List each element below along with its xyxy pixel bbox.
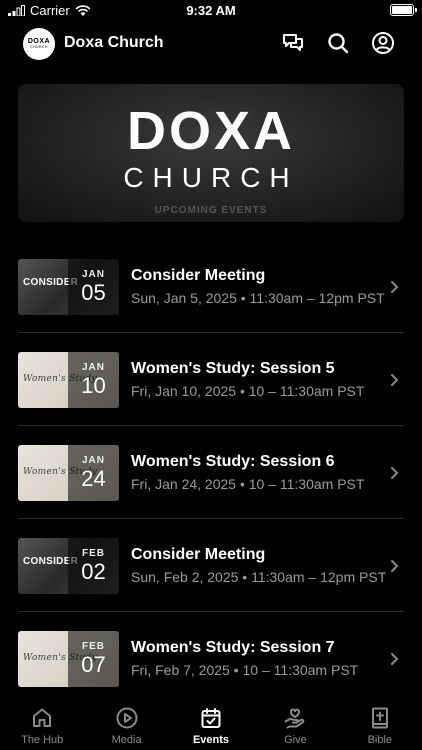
event-datetime: Fri, Feb 7, 2025 • 10 – 11:30am PST [131, 662, 359, 678]
badge-day: 05 [81, 280, 106, 305]
date-badge: FEB 07 [68, 631, 119, 687]
event-thumbnail: Women's Study JAN 10 [18, 352, 119, 408]
event-item[interactable]: CONSIDER JAN 05 Consider Meeting Sun, Ja… [0, 240, 422, 333]
tab-bible[interactable]: Bible [338, 700, 422, 750]
badge-day: 07 [81, 652, 106, 677]
event-datetime: Sun, Jan 5, 2025 • 11:30am – 12pm PST [131, 290, 385, 306]
tab-label: Events [192, 734, 230, 746]
chevron-right-icon [391, 374, 399, 386]
chevron-right-icon [391, 281, 399, 293]
event-thumbnail: Women's Study FEB 07 [18, 631, 119, 687]
event-datetime: Fri, Jan 24, 2025 • 10 – 11:30am PST [131, 476, 365, 492]
calendar-icon [201, 708, 221, 728]
tab-give[interactable]: Give [253, 700, 337, 750]
app-header: DOXA CHURCH Doxa Church [0, 26, 422, 62]
event-title: Women's Study: Session 5 [131, 360, 335, 377]
tab-label: Media [111, 734, 142, 746]
chevron-right-icon [391, 467, 399, 479]
chevron-right-icon [391, 560, 399, 572]
battery-icon [390, 4, 417, 16]
date-badge: JAN 10 [68, 352, 119, 408]
badge-day: 10 [81, 373, 106, 398]
event-list: CONSIDER JAN 05 Consider Meeting Sun, Ja… [0, 240, 422, 705]
badge-day: 02 [81, 559, 106, 584]
banner-title: DOXA [126, 101, 295, 161]
banner-caption: UPCOMING EVENTS [154, 205, 268, 216]
tab-the-hub[interactable]: The Hub [0, 700, 84, 750]
event-title: Consider Meeting [131, 546, 266, 563]
event-item[interactable]: Women's Study FEB 07 Women's Study: Sess… [0, 612, 422, 705]
chevron-right-icon [391, 653, 399, 665]
event-thumbnail: CONSIDER FEB 02 [18, 538, 119, 594]
tab-bar: The Hub Media Events Give Bible [0, 700, 422, 750]
play-icon [116, 707, 138, 729]
date-badge: FEB 02 [68, 538, 119, 594]
home-icon [33, 708, 52, 727]
event-item[interactable]: Women's Study JAN 24 Women's Study: Sess… [0, 426, 422, 519]
give-icon [284, 708, 305, 729]
tab-label: Give [284, 734, 307, 746]
event-datetime: Sun, Feb 2, 2025 • 11:30am – 12pm PST [131, 569, 387, 585]
date-badge: JAN 05 [68, 259, 119, 315]
tab-label: The Hub [21, 734, 64, 746]
status-bar: Carrier 9:32 AM [0, 0, 422, 22]
event-title: Women's Study: Session 6 [131, 453, 335, 470]
event-title: Consider Meeting [131, 267, 266, 284]
banner-subtitle: CHURCH [123, 162, 299, 193]
event-item[interactable]: CONSIDER FEB 02 Consider Meeting Sun, Fe… [0, 519, 422, 612]
logo-line1: DOXA [27, 38, 51, 45]
hero-banner: DOXA CHURCH UPCOMING EVENTS [18, 84, 404, 222]
tab-events[interactable]: Events [169, 700, 253, 750]
badge-day: 24 [81, 466, 106, 491]
profile-icon[interactable] [371, 31, 395, 55]
logo-line2: CHURCH [30, 45, 48, 49]
date-badge: JAN 24 [68, 445, 119, 501]
chat-icon[interactable] [281, 31, 305, 55]
event-thumbnail: CONSIDER JAN 05 [18, 259, 119, 315]
event-datetime: Fri, Jan 10, 2025 • 10 – 11:30am PST [131, 383, 365, 399]
search-icon[interactable] [326, 31, 350, 55]
status-time: 9:32 AM [186, 3, 236, 18]
event-item[interactable]: Women's Study JAN 10 Women's Study: Sess… [0, 333, 422, 426]
app-title: Doxa Church [64, 34, 164, 51]
bible-icon [371, 707, 388, 729]
church-logo[interactable]: DOXA CHURCH [23, 28, 55, 60]
event-title: Women's Study: Session 7 [131, 639, 335, 656]
tab-media[interactable]: Media [84, 700, 168, 750]
tab-label: Bible [367, 734, 393, 746]
event-thumbnail: Women's Study JAN 24 [18, 445, 119, 501]
